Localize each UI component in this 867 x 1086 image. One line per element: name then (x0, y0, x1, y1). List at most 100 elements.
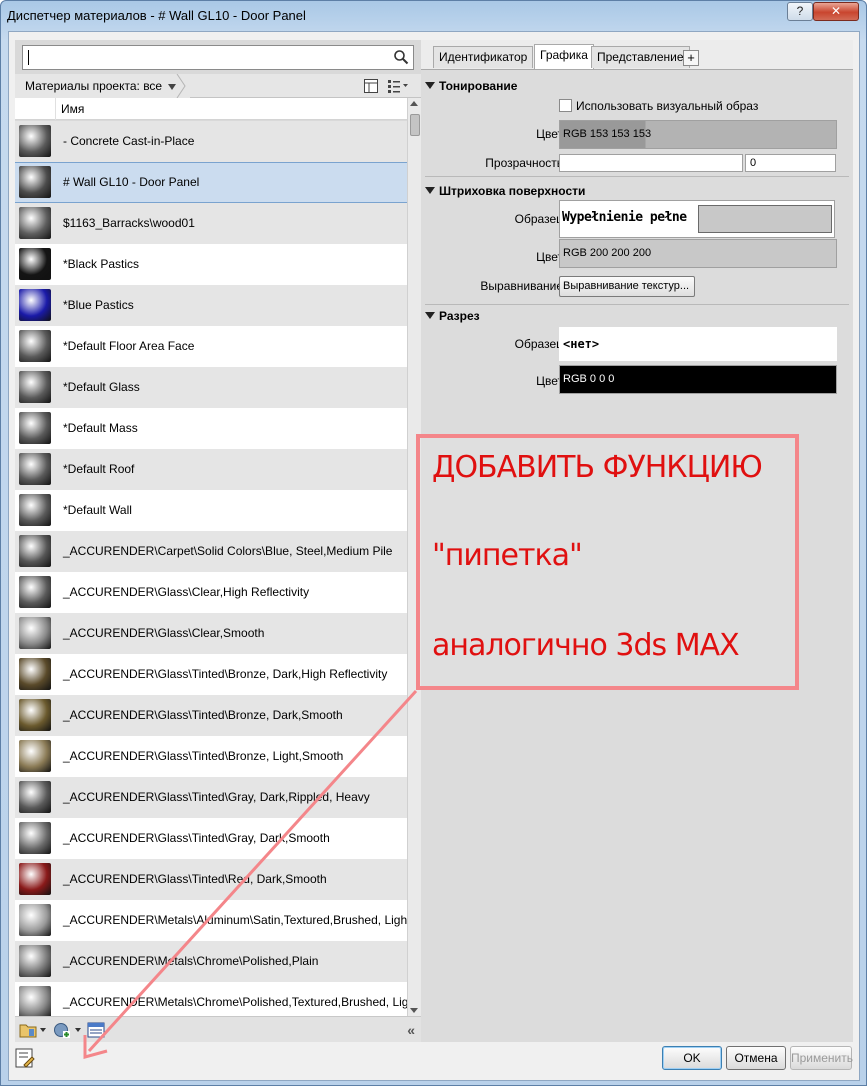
ok-button[interactable]: OK (662, 1046, 722, 1070)
material-name: _ACCURENDER\Glass\Clear,High Reflectivit… (63, 585, 310, 599)
surface-pattern-preview (698, 205, 832, 233)
material-row[interactable]: _ACCURENDER\Glass\Tinted\Gray, Dark,Ripp… (15, 777, 407, 818)
cut-pattern-section-header[interactable]: Разрез (425, 309, 480, 323)
tab-identity[interactable]: Идентификатор (433, 46, 534, 68)
material-name: - Concrete Cast-in-Place (63, 134, 195, 148)
material-row[interactable]: _ACCURENDER\Glass\Clear,High Reflectivit… (15, 572, 407, 613)
close-button[interactable]: ✕ (813, 2, 859, 21)
material-row[interactable]: *Black Pastics (15, 244, 407, 285)
material-thumbnail (19, 371, 51, 403)
cancel-button[interactable]: Отмена (726, 1046, 786, 1070)
material-row[interactable]: _ACCURENDER\Metals\Chrome\Polished,Plain (15, 941, 407, 982)
shading-title: Тонирование (439, 79, 518, 93)
transparency-slider[interactable] (559, 154, 743, 172)
breadcrumb-chevron-icon (176, 74, 186, 98)
material-thumbnail (19, 166, 51, 198)
material-row[interactable]: *Default Wall (15, 490, 407, 531)
surface-color-swatch[interactable]: RGB 200 200 200 (559, 239, 837, 268)
asset-browser-icon[interactable] (87, 1021, 105, 1039)
material-row[interactable]: *Blue Pastics (15, 285, 407, 326)
material-name: _ACCURENDER\Glass\Clear,Smooth (63, 626, 265, 640)
tab-graphics[interactable]: Графика (534, 44, 594, 70)
material-name: _ACCURENDER\Carpet\Solid Colors\Blue, St… (63, 544, 393, 558)
scroll-thumb[interactable] (410, 114, 420, 136)
surface-pattern-value: Wypełnienie pełne (562, 210, 687, 225)
cut-color-swatch[interactable]: RGB 0 0 0 (559, 365, 837, 394)
material-row[interactable]: *Default Glass (15, 367, 407, 408)
scroll-up-icon[interactable] (410, 101, 418, 106)
search-icon[interactable] (393, 49, 409, 65)
edit-material-icon[interactable] (15, 1048, 35, 1068)
material-row[interactable]: _ACCURENDER\Glass\Tinted\Bronze, Dark,Sm… (15, 695, 407, 736)
library-dropdown-icon[interactable] (40, 1028, 46, 1032)
material-row[interactable]: _ACCURENDER\Glass\Tinted\Bronze, Dark,Hi… (15, 654, 407, 695)
name-column-header[interactable]: Имя (61, 102, 84, 116)
material-row[interactable]: - Concrete Cast-in-Place (15, 121, 407, 162)
material-row[interactable]: _ACCURENDER\Glass\Tinted\Gray, Dark,Smoo… (15, 818, 407, 859)
material-row[interactable]: *Default Roof (15, 449, 407, 490)
browser-toolbar: « (15, 1016, 421, 1042)
apply-button[interactable]: Применить (790, 1046, 853, 1070)
list-view-icon[interactable] (387, 78, 409, 94)
material-row[interactable]: _ACCURENDER\Carpet\Solid Colors\Blue, St… (15, 531, 407, 572)
material-row[interactable]: $1163_Barracks\wood01 (15, 203, 407, 244)
collapse-panel-icon[interactable]: « (407, 1022, 415, 1038)
add-asset-button[interactable]: + (683, 50, 699, 66)
material-row[interactable]: *Default Floor Area Face (15, 326, 407, 367)
material-name: _ACCURENDER\Glass\Tinted\Bronze, Light,S… (63, 749, 344, 763)
transparency-value[interactable]: 0 (745, 154, 836, 172)
shading-color-swatch[interactable]: RGB 153 153 153 (559, 120, 837, 149)
surface-pattern-section-header[interactable]: Штриховка поверхности (425, 184, 585, 198)
material-row[interactable]: _ACCURENDER\Metals\Chrome\Polished,Textu… (15, 982, 407, 1016)
title-bar[interactable]: Диспетчер материалов - # Wall GL10 - Doo… (1, 1, 866, 31)
alignment-label: Выравнивание (480, 279, 563, 293)
material-name: _ACCURENDER\Metals\Chrome\Polished,Plain (63, 954, 319, 968)
surface-pattern-title: Штриховка поверхности (439, 184, 586, 198)
material-row[interactable]: _ACCURENDER\Metals\Aluminum\Satin,Textur… (15, 900, 407, 941)
material-name: _ACCURENDER\Glass\Tinted\Gray, Dark,Ripp… (63, 790, 370, 804)
material-row[interactable]: _ACCURENDER\Glass\Clear,Smooth (15, 613, 407, 654)
material-name: _ACCURENDER\Metals\Chrome\Polished,Textu… (63, 995, 407, 1009)
surface-pattern-selector[interactable]: Wypełnienie pełne (559, 200, 835, 238)
tab-appearance[interactable]: Представление (591, 46, 690, 68)
project-materials-filter[interactable]: Материалы проекта: все (15, 74, 191, 98)
material-thumbnail (19, 740, 51, 772)
material-thumbnail (19, 330, 51, 362)
list-header: Имя (15, 98, 407, 120)
scroll-down-icon[interactable] (410, 1008, 418, 1013)
use-render-appearance-checkbox[interactable] (559, 99, 572, 112)
transparency-label: Прозрачность (485, 156, 563, 170)
material-name: $1163_Barracks\wood01 (63, 216, 195, 230)
editor-tabs: Идентификатор Графика Представление + (421, 40, 853, 70)
material-name: _ACCURENDER\Glass\Tinted\Red, Dark,Smoot… (63, 872, 327, 886)
cut-pattern-title: Разрез (439, 309, 480, 323)
material-thumbnail (19, 904, 51, 936)
filter-label: Материалы проекта: все (25, 79, 163, 93)
search-input[interactable] (22, 45, 414, 70)
material-name: *Default Mass (63, 421, 138, 435)
material-thumbnail (19, 248, 51, 280)
shading-section-header[interactable]: Тонирование (425, 79, 517, 93)
library-folder-icon[interactable] (19, 1021, 37, 1039)
material-row[interactable]: _ACCURENDER\Glass\Tinted\Bronze, Light,S… (15, 736, 407, 777)
collapse-triangle-icon (425, 82, 435, 89)
window-title: Диспетчер материалов - # Wall GL10 - Doo… (7, 8, 306, 23)
annotation-line-1: ДОБАВИТЬ ФУНКЦИЮ (432, 450, 763, 485)
material-row[interactable]: *Default Mass (15, 408, 407, 449)
material-thumbnail (19, 781, 51, 813)
surface-pattern-label: Образец (514, 212, 563, 226)
material-name: *Default Wall (63, 503, 132, 517)
create-material-icon[interactable] (53, 1021, 71, 1039)
material-row[interactable]: _ACCURENDER\Glass\Tinted\Red, Dark,Smoot… (15, 859, 407, 900)
panel-layout-icon[interactable] (363, 78, 379, 94)
help-button[interactable]: ? (787, 2, 813, 21)
material-manager-window: Диспетчер материалов - # Wall GL10 - Doo… (0, 0, 867, 1086)
create-dropdown-icon[interactable] (75, 1028, 81, 1032)
material-thumbnail (19, 863, 51, 895)
texture-alignment-button[interactable]: Выравнивание текстур... (559, 276, 695, 297)
material-thumbnail (19, 125, 51, 157)
material-row[interactable]: # Wall GL10 - Door Panel (15, 162, 407, 203)
cut-pattern-selector[interactable]: <нет> (559, 327, 837, 361)
material-name: *Default Floor Area Face (63, 339, 195, 353)
material-thumbnail (19, 289, 51, 321)
